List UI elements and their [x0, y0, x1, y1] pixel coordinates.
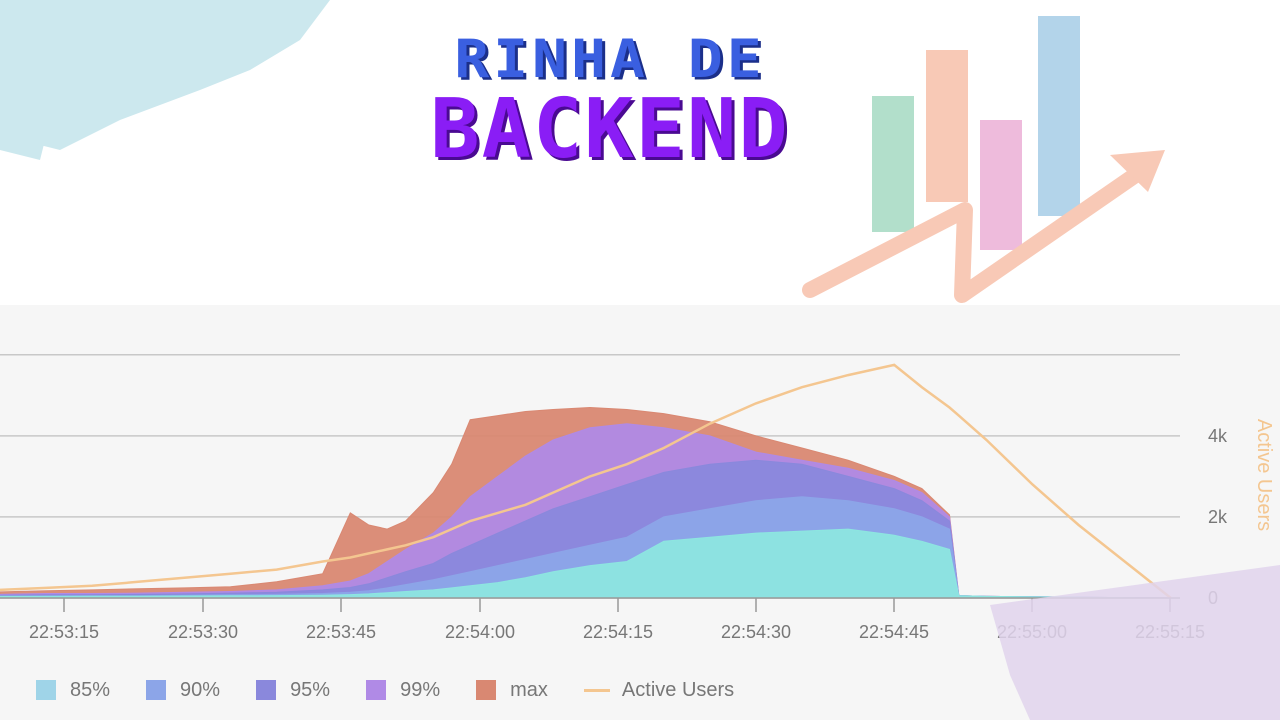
- legend-label: 90%: [180, 678, 221, 701]
- legend-swatch: [146, 680, 167, 700]
- growth-bar-green: [872, 96, 914, 232]
- legend-swatch: [256, 680, 277, 700]
- growth-bar-peach: [926, 50, 968, 202]
- legend-swatch: [366, 680, 387, 700]
- chart-panel: 22:53:15 22:53:30 22:53:45 22:54:00 22:54:15…: [0, 305, 1280, 720]
- legend-label: 95%: [290, 678, 331, 701]
- y2-tick-label: 4k: [1208, 426, 1228, 446]
- legend-item[interactable]: 90%: [146, 679, 220, 702]
- x-tick-label: 22:53:30: [168, 622, 238, 642]
- brush-stroke-bottom-right: [990, 565, 1280, 720]
- legend-item[interactable]: 95%: [256, 679, 330, 702]
- legend-label: 85%: [70, 678, 111, 701]
- legend-label: Active Users: [621, 678, 735, 701]
- legend-item[interactable]: 85%: [36, 679, 110, 702]
- growth-bar-blue: [1038, 16, 1080, 216]
- legend-label: max: [510, 678, 548, 701]
- x-tick-label: 22:54:00: [445, 622, 515, 642]
- legend-item[interactable]: 99%: [366, 679, 440, 702]
- legend-item[interactable]: Active Users: [583, 678, 735, 702]
- legend-item[interactable]: max: [476, 679, 548, 702]
- legend-swatch: [36, 680, 56, 700]
- legend-swatch: [476, 680, 497, 700]
- growth-bar-pink: [980, 120, 1022, 250]
- x-tick-label: 22:53:15: [29, 622, 99, 642]
- legend-swatch: [583, 688, 610, 692]
- banner-title: RINHA DE BACKEND: [360, 28, 860, 170]
- x-tick-label: 22:53:45: [306, 622, 376, 642]
- response-time-chart: 22:53:15 22:53:30 22:53:45 22:54:00 22:54:15…: [0, 354, 1280, 720]
- x-tick-label: 22:54:30: [721, 622, 791, 642]
- x-tick-label: 22:54:15: [583, 622, 653, 642]
- growth-chart-icon: [802, 16, 1165, 303]
- title-line-1: RINHA DE: [454, 28, 766, 90]
- y2-tick-label: 2k: [1208, 507, 1228, 527]
- x-tick-label: 22:54:45: [859, 622, 929, 642]
- chart-legend: 85% 90% 95% 99% max Active Users: [36, 676, 770, 704]
- y2-axis-title: Active Users: [1253, 419, 1275, 531]
- title-line-2: BACKEND: [430, 82, 790, 177]
- legend-label: 99%: [400, 678, 441, 701]
- brush-stroke-top-left: [0, 0, 330, 150]
